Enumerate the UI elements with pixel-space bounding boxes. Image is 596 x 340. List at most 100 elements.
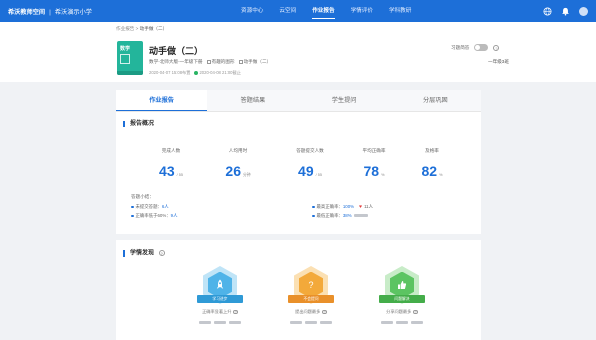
findings-title: 学情发现 ? [123,250,165,257]
help-icon[interactable]: ? [493,44,500,51]
heart-icon: ♥ [359,204,363,210]
blurred-student-names [370,321,434,324]
homework-dates: 2020-04-07 15:08布置 2020-04-08 21:00截止 [149,70,241,76]
tab-student-questions[interactable]: 学生提问 [299,90,390,111]
bell-icon[interactable] [561,7,570,16]
globe-icon[interactable] [543,6,552,16]
nav-subject-research[interactable]: 学科教研 [381,0,419,22]
textbook-cover-mark: 数学 [120,46,131,52]
stat-label: 及格率 [425,148,439,153]
summary-low-accuracy: 正确率低于60%：9人 [131,213,177,219]
report-card: 作业报告 答题结果 学生提问 分层巩固 报告概况 完成人数 43/ 55 人均用… [116,90,481,234]
textbook-cover-frame [120,54,130,64]
stat-value: 49 [298,163,314,179]
badge-ribbon: 不会提问 [288,295,334,303]
summary-label: 最高正确率： [316,204,343,209]
likes-count: 11人 [364,204,374,209]
homework-subject-line: 数学-北师大版-一年级下册 有趣的图形 动手做（二） [149,59,271,65]
stat-avg-time: 人均用时 26 分钟 [208,148,268,179]
help-icon[interactable]: ? [322,309,327,315]
badge-caption-text: 正确率显著上升 [202,309,232,314]
badge-caption-text: 分享问题最多 [386,309,412,314]
bullet [312,214,315,218]
check-icon [194,70,199,75]
lowest-accuracy-value[interactable]: 38% [343,213,352,218]
stat-pass-rate: 及格率 82% [402,148,462,179]
bullet [131,205,134,209]
help-icon[interactable]: ? [158,250,165,256]
unsubmitted-link[interactable]: 6人 [162,204,169,209]
help-icon[interactable]: ? [233,309,238,315]
nav-learning-evaluation[interactable]: 学情评价 [343,0,381,22]
stat-label: 平均正确率 [362,148,386,153]
findings-title-text: 学情发现 [130,250,155,257]
help-icon[interactable]: ? [413,309,418,315]
brand-separator: | [49,8,51,16]
tab-tiered-review[interactable]: 分层巩固 [390,90,481,111]
overview-stats: 完成人数 43/ 55 人均用时 26 分钟 答题提交人数 49/ 55 平均正确… [136,148,476,182]
summary-title: 答题小结： [131,194,154,199]
badge-ribbon: 问题解决 [379,295,425,303]
stat-avg-accuracy: 平均正确率 78% [344,148,404,179]
summary-lowest: 最低正确率：38% [312,213,368,219]
breadcrumb-current: 动手做（二） [139,26,168,31]
stat-value: 26 [225,163,241,179]
stat-unit: / 55 [315,173,322,177]
breadcrumb-root[interactable]: 作业报告 [116,26,134,31]
textbook-cover: 数学 [117,41,143,75]
badge-caption-text: 提出问题最多 [295,309,321,314]
main-nav: 资源中心 云空间 作业报告 学情评价 学科教研 [233,0,419,22]
badge-caption: 提出问题最多? [279,309,343,315]
summary-unsubmitted: 未提交答题：6人 [131,204,169,210]
overview-title: 报告概况 [123,121,154,127]
textbook-cover-strip [117,71,143,75]
summary-label: 未提交答题： [135,204,162,209]
low-accuracy-link[interactable]: 9人 [171,213,178,218]
stat-submitted: 答题提交人数 49/ 55 [280,148,340,179]
brand[interactable]: 希沃教师空间 | 希沃演示小学 [0,7,92,16]
bullet [312,205,315,209]
nav-homework-report[interactable]: 作业报告 [304,0,342,22]
assigned-time: 2020-04-07 15:08布置 [149,70,191,75]
badge-ribbon: 学习进步 [197,295,243,303]
badge-questioning[interactable]: ? 不会提问 提出问题最多? [279,266,343,324]
stat-completed: 完成人数 43/ 55 [141,148,201,179]
nav-resource-center[interactable]: 资源中心 [233,0,271,22]
highest-accuracy-value[interactable]: 100% [343,204,354,209]
bullet [131,214,134,218]
homework-header: 作业报告 > 动手做（二） 数学 动手做（二） 数学-北师大版-一年级下册 有趣的… [0,22,596,82]
summary-label: 正确率低于60%： [135,213,171,218]
topbar-actions [543,0,588,22]
stat-unit: 分钟 [242,173,251,177]
class-selector[interactable]: 一年级3班 [488,59,509,65]
blurred-student-names [188,321,252,324]
breadcrumb: 作业报告 > 动手做（二） [116,26,167,32]
avatar[interactable] [579,6,588,16]
tab-homework-report[interactable]: 作业报告 [116,90,208,111]
stat-label: 人均用时 [228,148,248,153]
stat-value: 43 [159,163,175,179]
top-navbar: 希沃教师空间 | 希沃演示小学 资源中心 云空间 作业报告 学情评价 学科教研 [0,0,596,22]
stat-unit: % [439,173,443,177]
stat-unit: / 55 [176,173,183,177]
stat-label: 答题提交人数 [296,148,324,153]
badge-solving[interactable]: 问题解决 分享问题最多? [370,266,434,324]
findings-card: 学情发现 ? 学习进步 正确率显著上升? ? 不会提问 提出问题最多? 问题解决… [116,240,481,340]
chapter-icon [206,59,211,64]
badge-progress[interactable]: 学习进步 正确率显著上升? [188,266,252,324]
deadline-time: 2020-04-08 21:00截止 [199,70,241,75]
blurred-student-names [279,321,343,324]
lesson-icon [238,59,243,64]
summary-label: 最低正确率： [316,213,343,218]
summary-highest: 最高正确率：100% ♥ 11人 [312,204,373,210]
subject-text: 数学-北师大版-一年级下册 [149,59,203,64]
stat-unit: % [381,173,385,177]
nav-cloud-space[interactable]: 云空间 [271,0,304,22]
brand-name: 希沃教师空间 [8,8,46,16]
blurred-student-name [353,214,368,218]
answer-toggle[interactable] [474,44,489,51]
toggle-label: 习题简答 [451,44,470,50]
tab-answer-results[interactable]: 答题结果 [207,90,298,111]
page-title: 动手做（二） [149,46,204,56]
stat-value: 82 [421,163,438,179]
